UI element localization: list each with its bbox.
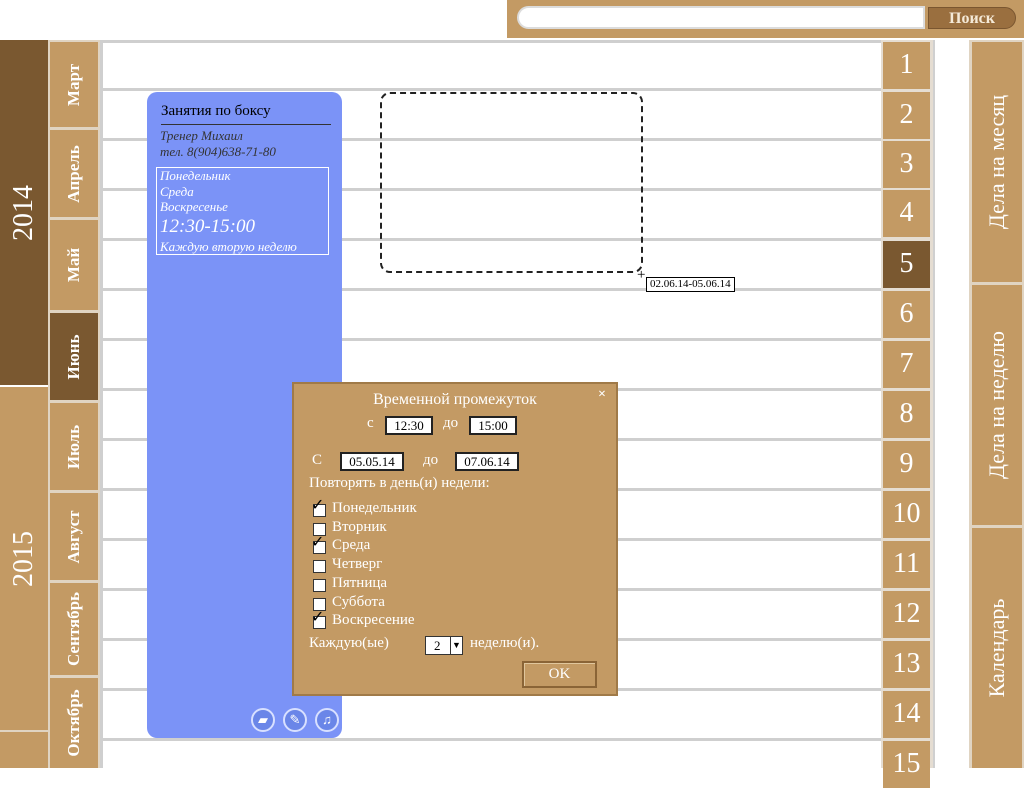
month-tab-march[interactable]: Март xyxy=(50,42,98,130)
selection-range-tooltip: 02.06.14-05.06.14 xyxy=(646,277,735,292)
day-number-14[interactable]: 14 xyxy=(883,691,930,738)
month-label: Июль xyxy=(64,424,83,469)
grid-line xyxy=(100,40,881,43)
event-title: Занятия по боксу xyxy=(161,103,331,125)
dialog-title: Временной промежуток xyxy=(373,391,537,408)
weekday-label: Среда xyxy=(332,537,371,554)
weekday-label: Суббота xyxy=(332,593,385,610)
every-weeks-select[interactable]: 2 ▼ xyxy=(425,636,463,655)
event-day: Среда xyxy=(160,183,194,199)
event-day: Воскресенье xyxy=(160,199,228,214)
time-to-label: до xyxy=(443,415,459,431)
week-label: неделю(и). xyxy=(470,635,540,651)
event-day: Понедельник xyxy=(160,168,231,183)
day-number-13[interactable]: 13 xyxy=(883,641,930,688)
tab-month-tasks[interactable]: Дела на месяц xyxy=(972,42,1022,282)
day-number-6[interactable]: 6 xyxy=(883,291,930,338)
grid-line xyxy=(100,88,881,91)
day-number-10[interactable]: 10 xyxy=(883,491,930,538)
month-tab-october[interactable]: Октябрь xyxy=(50,678,98,768)
day-number-4[interactable]: 4 xyxy=(883,190,930,237)
checkmark-icon: ✓ xyxy=(311,497,325,514)
date-to-label: до xyxy=(423,452,439,468)
chevron-down-icon: ▼ xyxy=(450,637,462,654)
time-from-label: с xyxy=(367,415,374,431)
wrench-icon[interactable]: ✎ xyxy=(283,708,307,732)
weekday-checkbox[interactable]: ✓ xyxy=(311,610,326,630)
checkmark-icon: ✓ xyxy=(311,609,325,627)
tab-label: Дела на неделю xyxy=(984,331,1009,479)
search-button[interactable]: Поиск xyxy=(928,7,1016,29)
weekday-label: Воскресение xyxy=(332,612,415,629)
month-tab-august[interactable]: Август xyxy=(50,493,98,583)
tab-label: Дела на месяц xyxy=(984,94,1009,230)
year-tab-2014[interactable]: 2014 xyxy=(0,40,48,385)
year-label: 2014 xyxy=(8,184,39,241)
time-to-input[interactable] xyxy=(469,416,517,435)
bell-icon[interactable]: ♫ xyxy=(315,708,339,732)
weekday-checkbox[interactable] xyxy=(313,560,326,574)
month-label: Октябрь xyxy=(64,689,83,757)
day-number-7[interactable]: 7 xyxy=(883,341,930,388)
month-label: Май xyxy=(64,247,83,283)
month-tab-june[interactable]: Июнь xyxy=(50,313,98,403)
month-tab-may[interactable]: Май xyxy=(50,220,98,313)
tab-label: Календарь xyxy=(984,598,1009,698)
weekday-label: Четверг xyxy=(332,556,383,573)
year-tab-next[interactable] xyxy=(0,730,48,768)
day-number-1[interactable]: 1 xyxy=(883,42,930,89)
grid-line xyxy=(100,738,881,741)
every-label: Каждую(ые) xyxy=(309,635,389,651)
event-phone: тел. 8(904)638-71-80 xyxy=(160,144,276,159)
checkmark-icon: ✓ xyxy=(311,534,325,552)
year-label: 2015 xyxy=(8,530,39,587)
day-number-15[interactable]: 15 xyxy=(883,741,930,788)
date-to-input[interactable] xyxy=(455,452,519,471)
month-tab-september[interactable]: Сентябрь xyxy=(50,583,98,678)
event-schedule: Понедельник Среда Воскресенье 12:30-15:0… xyxy=(156,167,329,255)
event-trainer: Тренер Михаил xyxy=(160,128,243,143)
paint-icon[interactable]: ▰ xyxy=(251,708,275,732)
every-value: 2 xyxy=(434,638,441,653)
day-number-3[interactable]: 3 xyxy=(883,141,930,188)
month-label: Август xyxy=(64,509,83,564)
weekday-label: Пятница xyxy=(332,574,388,591)
date-from-input[interactable] xyxy=(340,452,404,471)
event-time: 12:30-15:00 xyxy=(160,215,255,237)
weekday-checkbox[interactable] xyxy=(313,578,326,592)
month-label: Март xyxy=(64,63,83,106)
weekday-label: Понедельник xyxy=(332,500,417,516)
selection-rectangle[interactable] xyxy=(380,92,643,273)
day-number-5[interactable]: 5 xyxy=(883,241,930,288)
weekday-checkbox[interactable]: ✓ xyxy=(311,535,326,555)
day-number-2[interactable]: 2 xyxy=(883,92,930,139)
date-from-label: С xyxy=(312,452,323,468)
month-tab-april[interactable]: Апрель xyxy=(50,130,98,220)
weekday-label: Вторник xyxy=(332,518,387,535)
day-number-9[interactable]: 9 xyxy=(883,441,930,488)
ok-button[interactable]: OK xyxy=(522,661,597,688)
tab-week-tasks[interactable]: Дела на неделю xyxy=(972,285,1022,525)
month-label: Сентябрь xyxy=(64,591,83,667)
day-number-8[interactable]: 8 xyxy=(883,391,930,438)
year-tab-2015[interactable]: 2015 xyxy=(0,387,48,730)
month-label: Июнь xyxy=(64,334,83,379)
crosshair-cursor-icon: + xyxy=(637,267,646,283)
search-input[interactable] xyxy=(517,6,925,29)
event-repeat: Каждую вторую неделю xyxy=(160,238,297,254)
month-tab-july[interactable]: Июль xyxy=(50,403,98,493)
month-label: Апрель xyxy=(64,144,83,203)
day-number-12[interactable]: 12 xyxy=(883,591,930,638)
weekday-checkbox[interactable]: ✓ xyxy=(311,498,326,517)
repeat-label: Повторять в день(и) недели: xyxy=(309,475,490,491)
time-from-input[interactable] xyxy=(385,416,433,435)
tab-calendar[interactable]: Календарь xyxy=(972,528,1022,768)
day-number-11[interactable]: 11 xyxy=(883,541,930,588)
column-divider xyxy=(933,40,969,768)
